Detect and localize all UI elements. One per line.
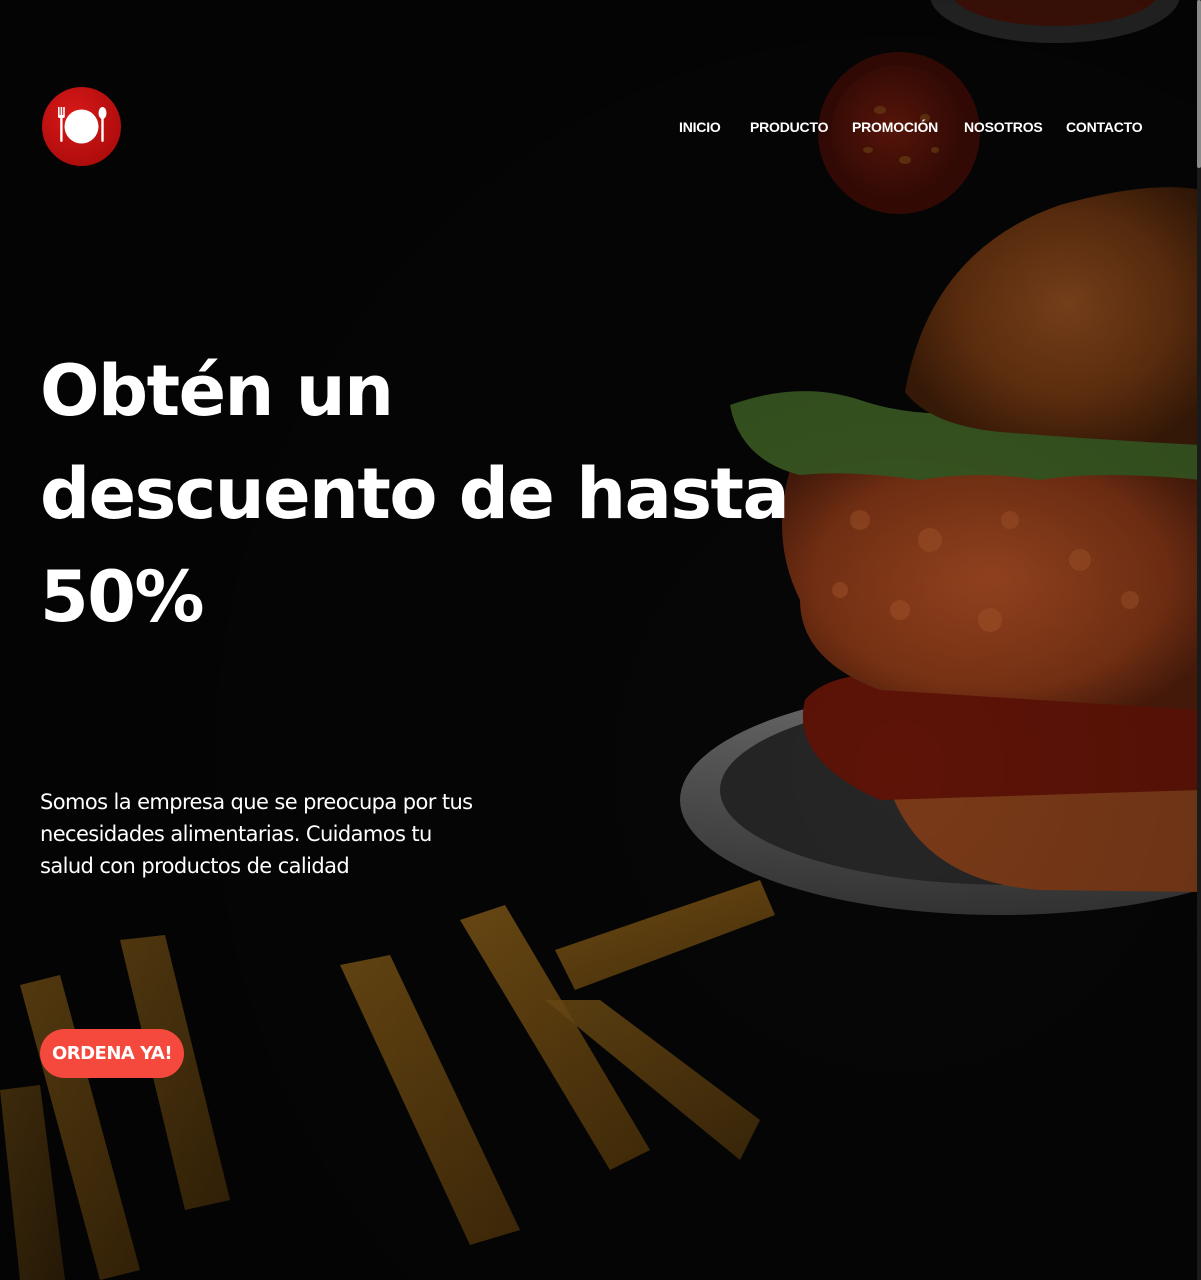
order-now-button[interactable]: ORDENA YA! xyxy=(40,1029,184,1078)
hero-headline-line: descuento de hasta xyxy=(40,453,790,535)
hero-section: INICIO PRODUCTO PROMOCIÓN NOSOTROS CONTA… xyxy=(0,0,1201,1280)
nav-item-producto[interactable]: PRODUCTO xyxy=(750,119,828,135)
main-nav: INICIO PRODUCTO PROMOCIÓN NOSOTROS CONTA… xyxy=(0,119,1201,139)
page-scrollbar[interactable] xyxy=(1197,0,1201,1280)
hero-description-line: salud con productos de calidad xyxy=(40,854,350,878)
hero-description: Somos la empresa que se preocupa por tus… xyxy=(40,786,510,882)
hero-description-line: necesidades alimentarias. Cuidamos tu xyxy=(40,822,432,846)
hero-headline-line: Obtén un xyxy=(40,350,394,432)
nav-item-contacto[interactable]: CONTACTO xyxy=(1066,119,1143,135)
hero-description-line: Somos la empresa que se preocupa por tus xyxy=(40,790,473,814)
hero-headline-line: 50% xyxy=(40,556,205,638)
nav-item-inicio[interactable]: INICIO xyxy=(679,119,721,135)
hero-headline: Obtén un descuento de hasta 50% xyxy=(40,340,790,649)
nav-item-nosotros[interactable]: NOSOTROS xyxy=(964,119,1043,135)
nav-item-promocion[interactable]: PROMOCIÓN xyxy=(852,119,938,135)
scrollbar-thumb[interactable] xyxy=(1197,0,1201,168)
